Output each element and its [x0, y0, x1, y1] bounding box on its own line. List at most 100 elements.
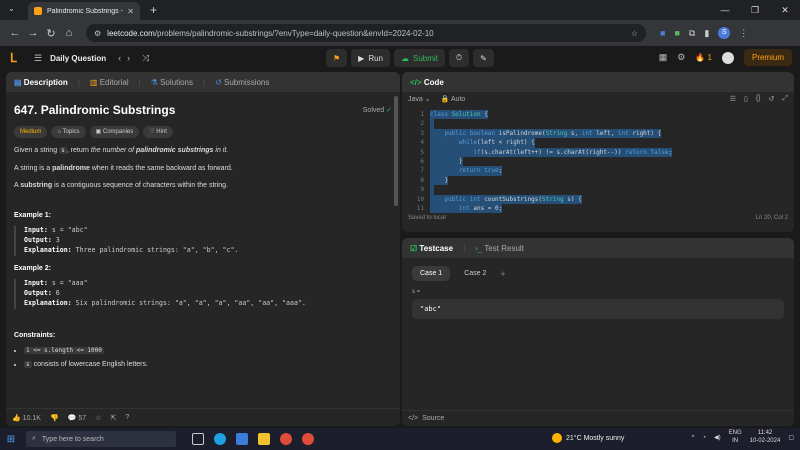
case-1-button[interactable]: Case 1: [412, 266, 451, 281]
profile-avatar[interactable]: S: [718, 27, 731, 39]
streak-counter[interactable]: 🔥 1: [695, 53, 712, 62]
share-icon[interactable]: ⇱: [110, 414, 116, 422]
task-view-icon[interactable]: [192, 433, 204, 445]
case-2-button[interactable]: Case 2: [456, 266, 494, 281]
settings-gear-icon[interactable]: ⚙: [677, 52, 685, 63]
testcase-tabs: ☑ Testcase | ›_ Test Result: [402, 238, 794, 258]
extensions-area: ■ ■ ⧉ ▮ S ⋮: [660, 27, 748, 39]
browser-tab[interactable]: Palindromic Substrings - LeetC ✕: [28, 2, 140, 20]
search-placeholder: Type here to search: [41, 435, 104, 443]
shuffle-icon[interactable]: ⤨: [142, 53, 149, 64]
browser-toolbar: ← → ↻ ⌂ ⚙ leetcode.com /problems/palindr…: [0, 20, 800, 46]
comments-button[interactable]: 💬 57: [68, 414, 86, 422]
chrome-profile-icon[interactable]: [302, 433, 314, 445]
topics-tag[interactable]: ⌂ Topics: [51, 126, 86, 139]
browser-menu-icon[interactable]: ⋮: [739, 28, 748, 39]
tab-description[interactable]: ▤ Description: [14, 78, 68, 87]
submit-button[interactable]: ☁ Submit: [394, 49, 445, 67]
code-status-bar: Saved to local Ln 20, Col 2: [402, 212, 794, 224]
minimize-icon[interactable]: —: [710, 5, 740, 16]
source-toggle[interactable]: </> Source: [402, 410, 794, 426]
case-selector: Case 1 Case 2 +: [402, 258, 794, 289]
leetcode-logo-icon[interactable]: ᒪ: [10, 52, 22, 64]
next-problem-icon[interactable]: ›: [127, 53, 130, 63]
extension-icon[interactable]: ■: [674, 28, 679, 38]
sidepanel-icon[interactable]: ▮: [704, 28, 709, 39]
code-tab[interactable]: </> Code: [410, 78, 444, 87]
premium-button[interactable]: Premium: [743, 49, 792, 66]
notes-button[interactable]: ✎: [473, 49, 494, 67]
extensions-puzzle-icon[interactable]: ⧉: [689, 28, 695, 39]
code-editor[interactable]: 1 2 3 4 5 6 7 8 9 10 11 class Solution { public bo…: [402, 106, 794, 214]
testcase-input-field[interactable]: "abc": [412, 299, 784, 319]
clock[interactable]: 11:42 10-02-2024: [750, 430, 781, 446]
leetcode-favicon-icon: [34, 7, 42, 15]
save-status: Saved to local: [408, 215, 446, 221]
address-bar[interactable]: ⚙ leetcode.com /problems/palindromic-sub…: [86, 24, 646, 42]
fullscreen-icon[interactable]: ⤢: [782, 95, 788, 103]
layout-icon[interactable]: ▦: [659, 52, 668, 63]
reset-icon[interactable]: ↺: [769, 95, 775, 103]
network-icon[interactable]: ◔: [702, 435, 706, 441]
tray-chevron-icon[interactable]: ^: [692, 435, 695, 441]
submit-label: Submit: [413, 53, 438, 63]
mail-icon[interactable]: [236, 433, 248, 445]
notifications-icon[interactable]: ▢: [788, 434, 794, 441]
daily-question-label[interactable]: Daily Question: [50, 54, 106, 63]
language-select[interactable]: Java ⌄: [408, 95, 431, 103]
hint-tag[interactable]: ♡ Hint: [143, 126, 173, 139]
auto-mode[interactable]: 🔒 Auto: [441, 95, 466, 103]
add-case-icon[interactable]: +: [500, 269, 505, 279]
new-tab-icon[interactable]: +: [150, 3, 157, 17]
windows-start-icon[interactable]: ⊞: [0, 434, 22, 445]
chrome-icon[interactable]: [280, 433, 292, 445]
tab-submissions[interactable]: ↺ Submissions: [215, 78, 269, 87]
tab-search-icon[interactable]: ⌄: [8, 4, 15, 13]
edge-icon[interactable]: [214, 433, 226, 445]
favorite-star-icon[interactable]: ☆: [95, 414, 101, 422]
weather-text: 21°C Mostly sunny: [566, 434, 625, 442]
help-icon[interactable]: ?: [125, 414, 129, 421]
bookmark-icon[interactable]: ▯: [744, 95, 748, 103]
home-icon[interactable]: ⌂: [60, 27, 78, 39]
file-explorer-icon[interactable]: [258, 433, 270, 445]
prev-problem-icon[interactable]: ‹: [118, 53, 121, 63]
system-tray: ^ ◔ ◀) ENG IN 11:42 10-02-2024 ▢: [692, 430, 794, 446]
problem-list-icon[interactable]: ☰: [34, 53, 42, 64]
code-lines: class Solution { public boolean isPalind…: [430, 110, 673, 214]
braces-icon[interactable]: {}: [756, 95, 761, 103]
close-tab-icon[interactable]: ✕: [127, 7, 134, 16]
dislike-button[interactable]: 👎: [50, 414, 59, 422]
constraints-list: 1 <= s.length <= 1000 s consists of lowe…: [14, 346, 392, 369]
run-button[interactable]: ▶ Run: [351, 49, 391, 67]
language-indicator[interactable]: ENG IN: [729, 430, 742, 446]
bookmark-star-icon[interactable]: ☆: [631, 29, 638, 38]
site-info-icon[interactable]: ⚙: [94, 29, 101, 38]
tab-test-result[interactable]: ›_ Test Result: [475, 244, 524, 253]
reload-icon[interactable]: ↻: [42, 27, 60, 40]
tab-editorial[interactable]: ▥ Editorial: [90, 78, 129, 87]
taskbar-search[interactable]: ⌕ Type here to search: [26, 431, 176, 447]
companies-tag[interactable]: ▣ Companies: [89, 126, 140, 139]
tab-testcase[interactable]: ☑ Testcase: [410, 244, 453, 253]
extension-icon[interactable]: ■: [660, 28, 665, 38]
testcase-panel: ☑ Testcase | ›_ Test Result Case 1 Case …: [402, 238, 794, 426]
cloud-upload-icon: ☁: [401, 53, 410, 63]
weather-widget[interactable]: 21°C Mostly sunny: [552, 433, 624, 443]
tab-solutions[interactable]: ⚗ Solutions: [151, 78, 193, 87]
debug-button[interactable]: ⚑: [326, 49, 348, 67]
like-button[interactable]: 👍 10.1K: [12, 414, 41, 422]
volume-icon[interactable]: ◀): [714, 434, 721, 441]
forward-icon[interactable]: →: [24, 27, 42, 39]
restore-icon[interactable]: ❐: [740, 5, 770, 16]
format-icon[interactable]: ☰: [730, 95, 736, 103]
url-host: leetcode.com: [107, 28, 155, 38]
run-submit-group: ⚑ ▶ Run ☁ Submit ⏱ ✎: [326, 49, 494, 67]
timer-button[interactable]: ⏱: [448, 49, 470, 67]
user-avatar[interactable]: [721, 51, 734, 64]
close-window-icon[interactable]: ✕: [770, 5, 800, 16]
back-icon[interactable]: ←: [6, 27, 24, 39]
constraint-item: 1 <= s.length <= 1000: [24, 346, 392, 355]
description-icon: ▤: [14, 77, 22, 87]
scrollbar[interactable]: [394, 96, 398, 206]
